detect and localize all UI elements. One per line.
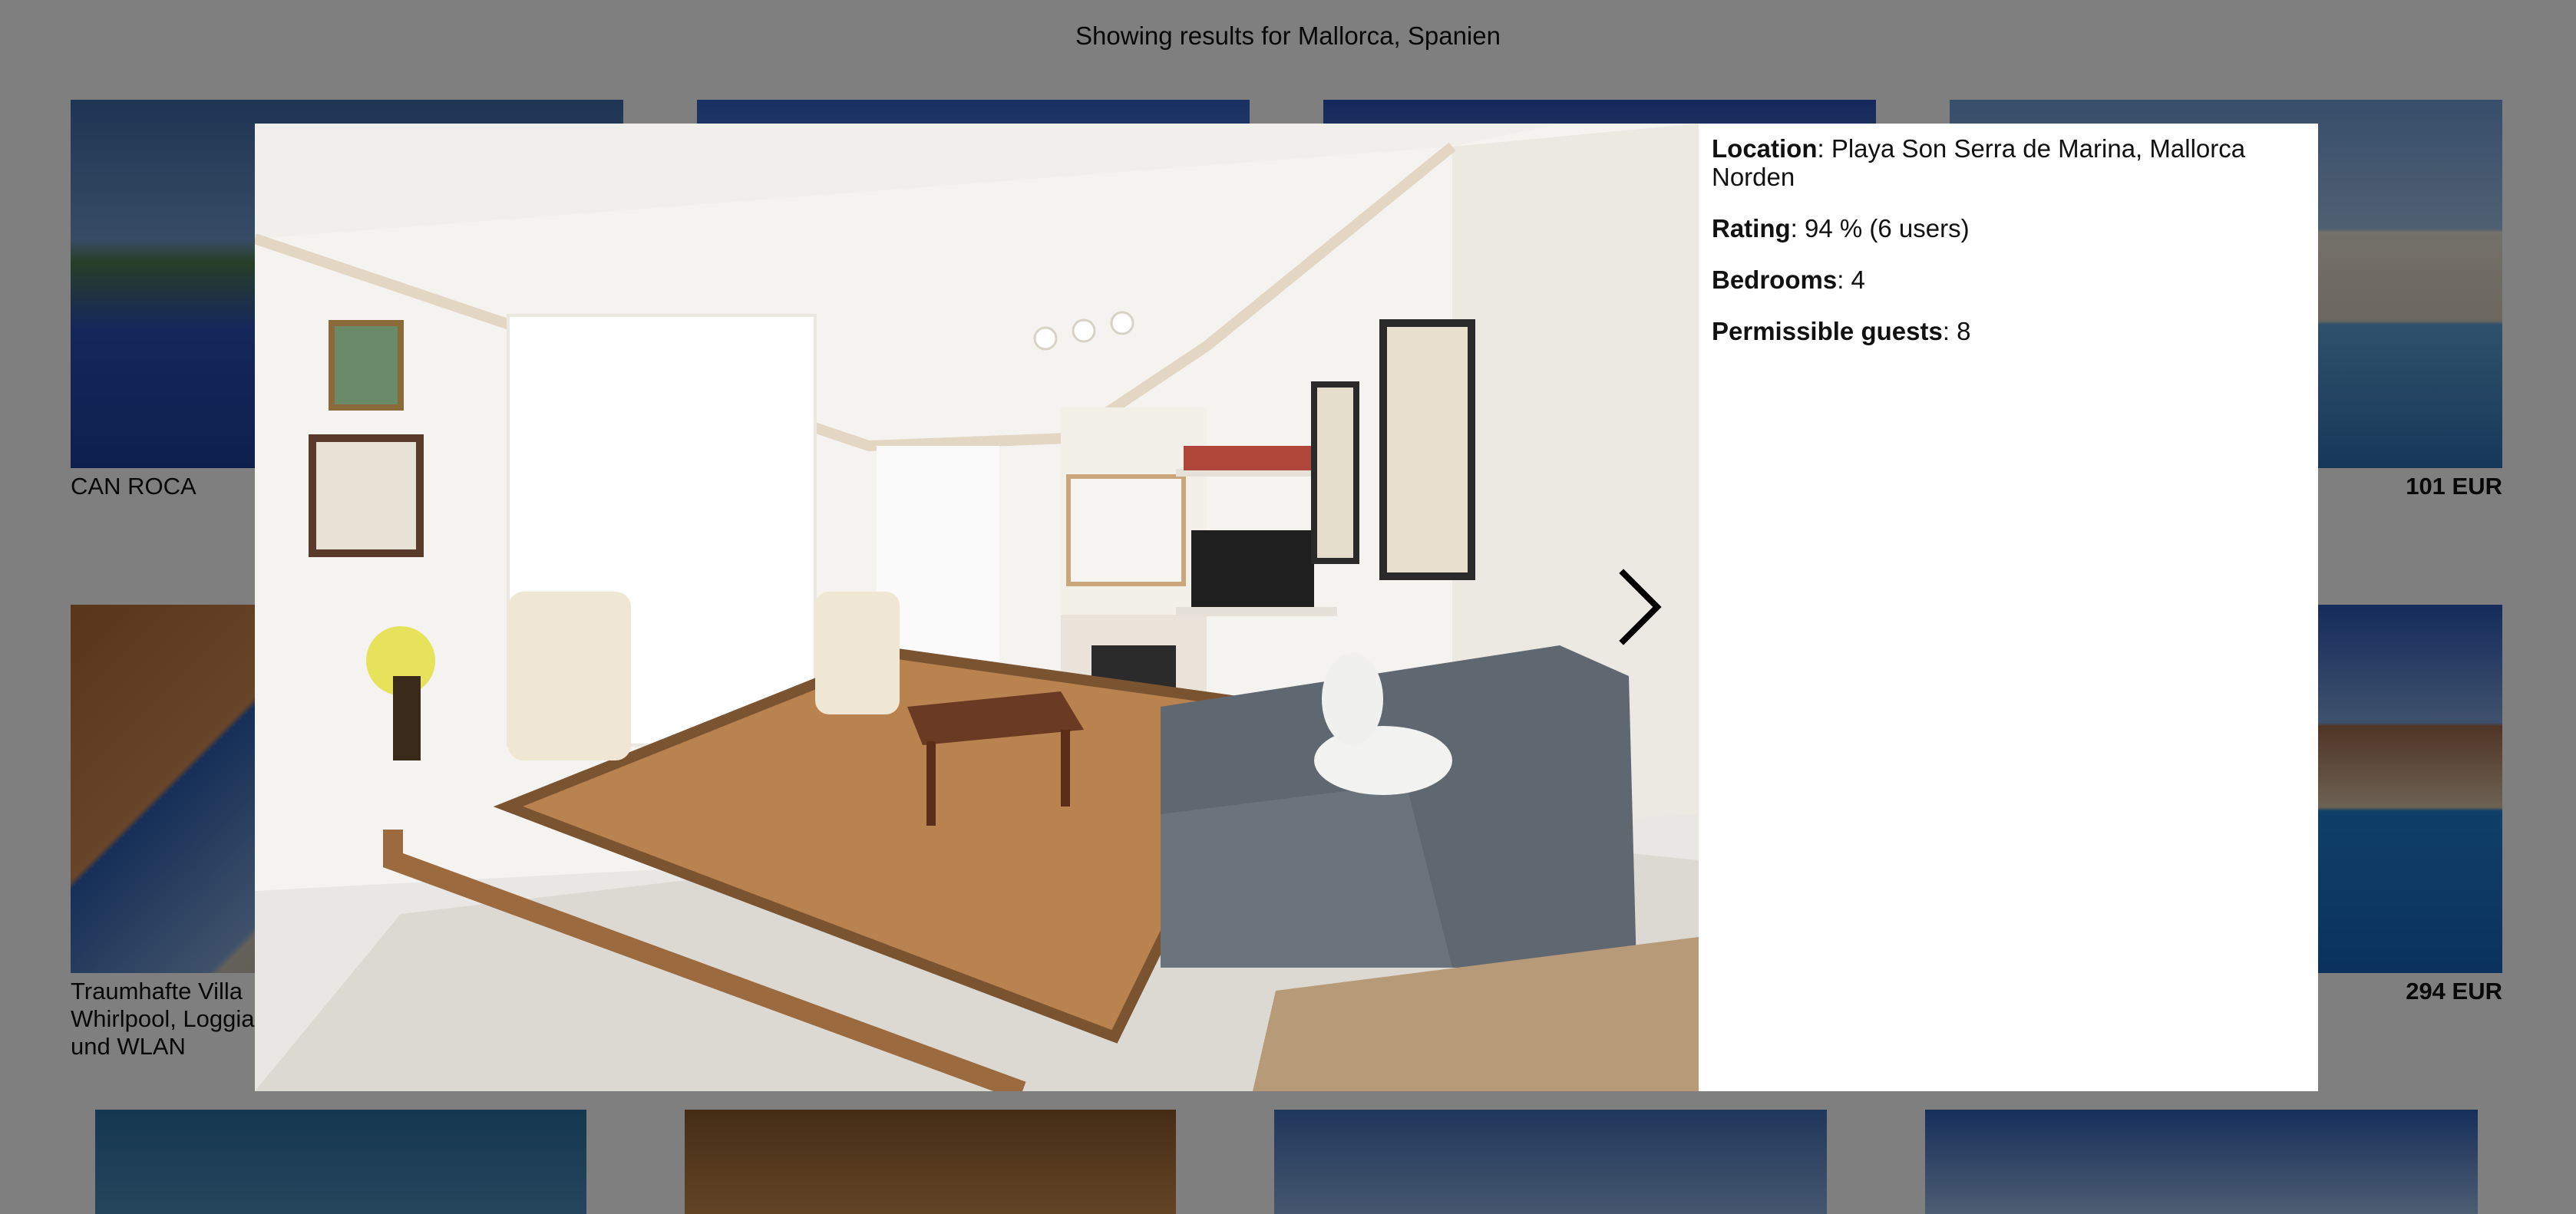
detail-value: 94 % (6 users) bbox=[1805, 214, 1970, 242]
detail-label: Location bbox=[1712, 134, 1818, 163]
detail-value: 8 bbox=[1957, 317, 1971, 345]
detail-label: Rating bbox=[1712, 214, 1791, 242]
detail-guests: Permissible guests: 8 bbox=[1712, 317, 1971, 345]
detail-label: Bedrooms bbox=[1712, 266, 1838, 294]
next-photo-button[interactable] bbox=[1606, 565, 1675, 649]
detail-location: Location: Playa Son Serra de Marina, Mal… bbox=[1712, 134, 2246, 191]
detail-rating: Rating: 94 % (6 users) bbox=[1712, 214, 1970, 242]
chevron-right-icon bbox=[1619, 569, 1662, 645]
listing-detail-modal: Location: Playa Son Serra de Marina, Mal… bbox=[255, 124, 2318, 1091]
listing-details: Location: Playa Son Serra de Marina, Mal… bbox=[1712, 134, 2295, 368]
detail-bedrooms: Bedrooms: 4 bbox=[1712, 266, 1865, 294]
detail-value: 4 bbox=[1851, 266, 1865, 294]
detail-label: Permissible guests bbox=[1712, 317, 1943, 345]
listing-main-photo bbox=[255, 124, 1699, 1091]
